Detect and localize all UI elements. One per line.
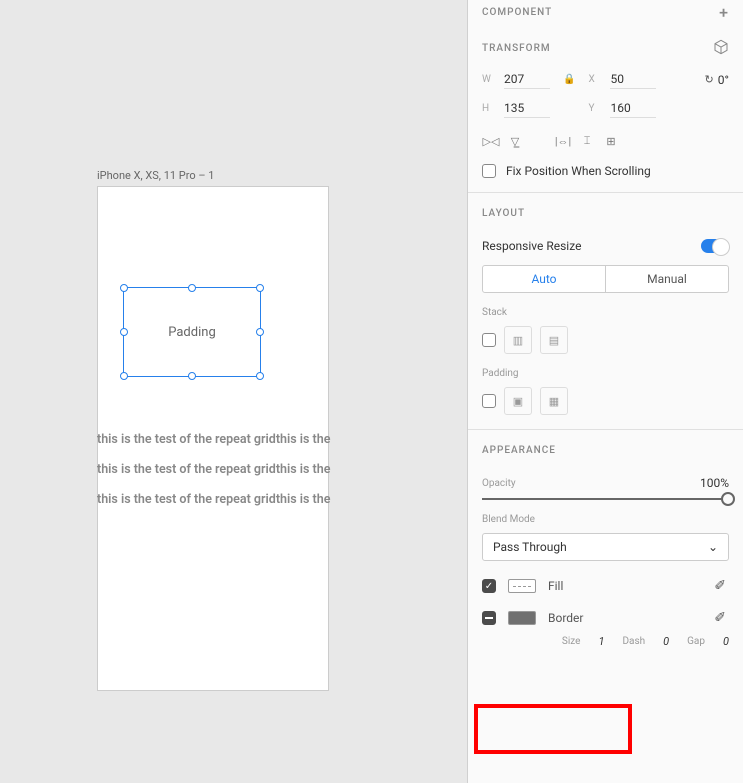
border-swatch[interactable]: [508, 611, 536, 625]
height-label: H: [482, 103, 494, 114]
layout-section-title: LAYOUT: [482, 208, 525, 219]
resize-handle-tr[interactable]: [256, 284, 264, 292]
resize-handle-bm[interactable]: [188, 372, 196, 380]
x-label: X: [588, 74, 600, 85]
repeat-grid-text: this is the test of the repeat gridthis …: [97, 432, 357, 447]
chevron-down-icon: ⌄: [708, 540, 718, 554]
rotate-icon[interactable]: ↻: [705, 73, 714, 86]
border-dash-value[interactable]: 0: [663, 635, 669, 648]
blend-mode-label: Blend Mode: [482, 514, 729, 525]
selected-element[interactable]: Padding: [123, 287, 261, 377]
resize-handle-br[interactable]: [256, 372, 264, 380]
fill-label: Fill: [548, 579, 563, 593]
resize-auto-button[interactable]: Auto: [483, 266, 606, 292]
align-icon-1[interactable]: |⇔|: [554, 132, 572, 150]
lock-aspect-icon[interactable]: 🔒: [563, 74, 575, 85]
selected-element-label: Padding: [168, 325, 216, 340]
border-label: Border: [548, 611, 583, 625]
border-gap-value[interactable]: 0: [723, 635, 729, 648]
blend-mode-value: Pass Through: [493, 540, 567, 554]
x-input[interactable]: [610, 70, 656, 89]
y-label: Y: [588, 103, 600, 114]
blend-mode-select[interactable]: Pass Through ⌄: [482, 533, 729, 561]
opacity-value[interactable]: 100%: [700, 476, 729, 490]
rotation-value[interactable]: 0°: [718, 73, 729, 87]
padding-separate-icon[interactable]: ▦: [540, 387, 568, 415]
fix-position-label: Fix Position When Scrolling: [506, 164, 651, 178]
artboard-label[interactable]: iPhone X, XS, 11 Pro – 1: [97, 169, 214, 182]
properties-panel: COMPONENT + TRANSFORM W 🔒 X ↻ 0° H 🔒 Y: [467, 0, 743, 783]
resize-manual-button[interactable]: Manual: [606, 266, 728, 292]
canvas[interactable]: iPhone X, XS, 11 Pro – 1 Padding this is…: [0, 0, 467, 783]
resize-handle-bl[interactable]: [120, 372, 128, 380]
opacity-slider[interactable]: [482, 498, 729, 500]
width-label: W: [482, 74, 494, 85]
align-icon-2[interactable]: ⌶: [578, 132, 596, 150]
repeat-grid-text: this is the test of the repeat gridthis …: [97, 492, 357, 507]
repeat-grid-text: this is the test of the repeat gridthis …: [97, 462, 357, 477]
responsive-resize-label: Responsive Resize: [482, 239, 581, 253]
width-input[interactable]: [504, 70, 550, 89]
height-input[interactable]: [504, 99, 550, 118]
border-size-value[interactable]: 1: [598, 635, 604, 648]
padding-label: Padding: [482, 368, 729, 379]
border-eyedropper-icon[interactable]: ✐: [714, 610, 726, 626]
border-gap-label: Gap: [687, 636, 705, 647]
stack-horizontal-icon[interactable]: ▤: [540, 326, 568, 354]
transform-section-title: TRANSFORM: [482, 43, 551, 54]
opacity-label: Opacity: [482, 478, 516, 489]
resize-handle-tl[interactable]: [120, 284, 128, 292]
stack-checkbox[interactable]: [482, 333, 496, 347]
add-component-icon[interactable]: +: [719, 3, 729, 22]
responsive-resize-toggle[interactable]: [701, 239, 729, 253]
border-checkbox[interactable]: [482, 611, 496, 625]
flip-vertical-icon[interactable]: ▽̲: [506, 132, 524, 150]
fill-checkbox[interactable]: [482, 579, 496, 593]
padding-checkbox[interactable]: [482, 394, 496, 408]
fill-eyedropper-icon[interactable]: ✐: [714, 578, 726, 594]
border-size-label: Size: [562, 636, 581, 647]
stack-label: Stack: [482, 307, 729, 318]
resize-handle-ml[interactable]: [120, 328, 128, 336]
fill-swatch[interactable]: [508, 579, 536, 593]
opacity-slider-thumb[interactable]: [721, 492, 735, 506]
resize-handle-mr[interactable]: [256, 328, 264, 336]
align-icon-3[interactable]: ⊞: [602, 132, 620, 150]
fix-position-checkbox[interactable]: [482, 164, 496, 178]
border-dash-label: Dash: [622, 636, 645, 647]
3d-transform-icon[interactable]: [713, 39, 729, 58]
flip-horizontal-icon[interactable]: ▷◁: [482, 132, 500, 150]
component-section-title: COMPONENT: [482, 7, 552, 18]
appearance-section-title: APPEARANCE: [482, 445, 556, 456]
stack-vertical-icon[interactable]: ▥: [504, 326, 532, 354]
resize-handle-tm[interactable]: [188, 284, 196, 292]
y-input[interactable]: [610, 99, 656, 118]
padding-same-icon[interactable]: ▣: [504, 387, 532, 415]
